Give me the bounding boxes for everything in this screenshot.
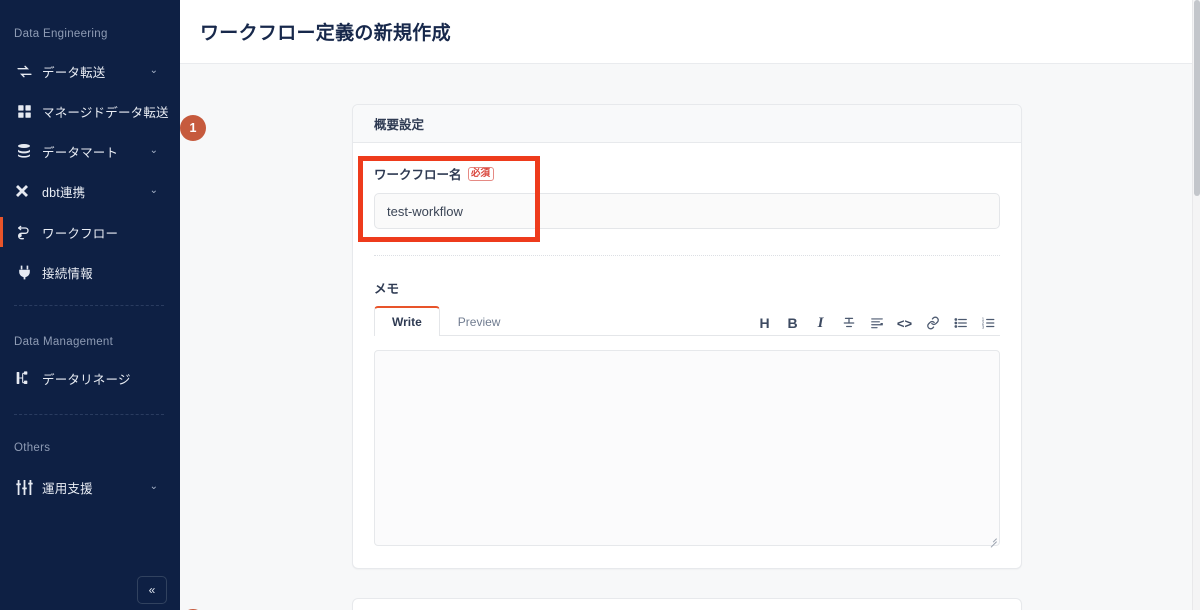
workflow-icon	[14, 222, 34, 242]
page-header: ワークフロー定義の新規作成	[180, 0, 1200, 64]
sidebar-item-label: 接続情報	[42, 266, 93, 281]
sidebar-item-label: ワークフロー	[42, 226, 119, 241]
sidebar-item-managed-data-transfer[interactable]: マネージドデータ転送	[0, 96, 180, 126]
sidebar-group-label-data-engineering: Data Engineering	[14, 28, 108, 40]
tab-preview-label: Preview	[457, 314, 501, 329]
link-icon[interactable]	[925, 315, 940, 331]
memo-textarea[interactable]	[374, 350, 1000, 548]
sidebar-item-label: データマート	[42, 145, 119, 160]
chevron-down-icon: ⌄	[149, 185, 158, 196]
italic-icon[interactable]: I	[813, 315, 828, 331]
bullet-list-icon[interactable]	[953, 315, 968, 331]
sidebar-item-label: データリネージ	[42, 372, 131, 387]
tab-write[interactable]: Write	[374, 306, 440, 336]
app-root: Data Engineering データ転送 ⌄ マネージドデータ転送 データマ…	[0, 0, 1200, 610]
data-transfer-icon	[14, 61, 34, 81]
svg-text:3: 3	[982, 324, 985, 329]
sidebar-item-label: dbt連携	[42, 185, 86, 200]
bold-icon[interactable]: B	[785, 315, 800, 331]
sidebar-group-label-data-management: Data Management	[14, 336, 114, 348]
content-scroll-area: 1 概要設定 ワークフロー名 必須 メモ	[180, 64, 1200, 610]
step-1-row: 1 概要設定 ワークフロー名 必須 メモ	[180, 104, 1200, 569]
sidebar-divider-1	[14, 305, 164, 306]
required-badge: 必須	[467, 166, 494, 181]
sidebar-item-label: 運用支援	[42, 481, 93, 496]
overview-settings-card-header: 概要設定	[353, 105, 1021, 143]
sidebar-item-datamart[interactable]: データマート ⌄	[0, 136, 180, 166]
resize-handle-icon[interactable]	[988, 534, 997, 548]
managed-transfer-icon	[14, 101, 34, 121]
sidebar-item-operations-support[interactable]: 運用支援 ⌄	[0, 472, 180, 502]
memo-label: メモ	[374, 282, 400, 296]
lineage-icon	[14, 368, 34, 388]
tab-preview[interactable]: Preview	[440, 306, 519, 336]
overview-settings-card-body: ワークフロー名 必須 メモ Write Preview	[353, 143, 1021, 568]
vertical-scrollbar[interactable]	[1192, 0, 1200, 610]
double-chevron-left-icon: «	[148, 583, 156, 597]
tab-write-label: Write	[392, 315, 422, 329]
memo-editor-tabbar: Write Preview H B I <> 1 2 3	[374, 306, 1000, 336]
sidebar-item-data-lineage[interactable]: データリネージ	[0, 363, 180, 393]
markdown-toolbar: H B I <> 1 2 3	[757, 315, 1000, 335]
sidebar-divider-2	[14, 414, 164, 415]
scrollbar-thumb[interactable]	[1194, 0, 1200, 196]
sidebar-item-connection-info[interactable]: 接続情報	[0, 257, 180, 287]
chevron-down-icon: ⌄	[149, 481, 158, 492]
sidebar-item-dbt[interactable]: dbt連携 ⌄	[0, 176, 180, 206]
sidebar-collapse-button[interactable]: «	[137, 576, 167, 604]
sidebar: Data Engineering データ転送 ⌄ マネージドデータ転送 データマ…	[0, 0, 180, 610]
heading-icon[interactable]: H	[757, 315, 772, 331]
step-1-badge: 1	[180, 115, 206, 141]
sidebar-item-label: データ転送	[42, 65, 106, 80]
operations-icon	[14, 477, 34, 497]
overview-settings-card: 概要設定 ワークフロー名 必須 メモ Write	[352, 104, 1022, 569]
overview-settings-title: 概要設定	[374, 118, 425, 132]
sidebar-item-data-transfer[interactable]: データ転送 ⌄	[0, 56, 180, 86]
step-2-row: 2	[180, 598, 1200, 610]
datamart-icon	[14, 141, 34, 161]
strikethrough-icon[interactable]	[841, 315, 856, 331]
sidebar-item-workflow[interactable]: ワークフロー	[0, 217, 180, 247]
sidebar-group-label-others: Others	[14, 442, 51, 454]
chevron-down-icon: ⌄	[149, 145, 158, 156]
sidebar-item-label: マネージドデータ転送	[42, 105, 169, 120]
section-divider	[374, 255, 1000, 256]
plug-icon	[14, 262, 34, 282]
numbered-list-icon[interactable]: 1 2 3	[981, 315, 996, 331]
chevron-down-icon: ⌄	[149, 65, 158, 76]
dbt-icon	[14, 181, 34, 201]
code-icon[interactable]: <>	[897, 315, 912, 331]
workflow-name-input[interactable]	[374, 193, 1000, 229]
workflow-name-label-row: ワークフロー名 必須	[374, 164, 1000, 183]
workflow-name-label: ワークフロー名	[374, 168, 462, 182]
page-title: ワークフロー定義の新規作成	[200, 23, 451, 44]
quote-icon[interactable]	[869, 315, 884, 331]
step-2-card	[352, 598, 1022, 610]
main-area: ワークフロー定義の新規作成 1 概要設定 ワークフロー名 必須 test-wor…	[180, 0, 1200, 610]
